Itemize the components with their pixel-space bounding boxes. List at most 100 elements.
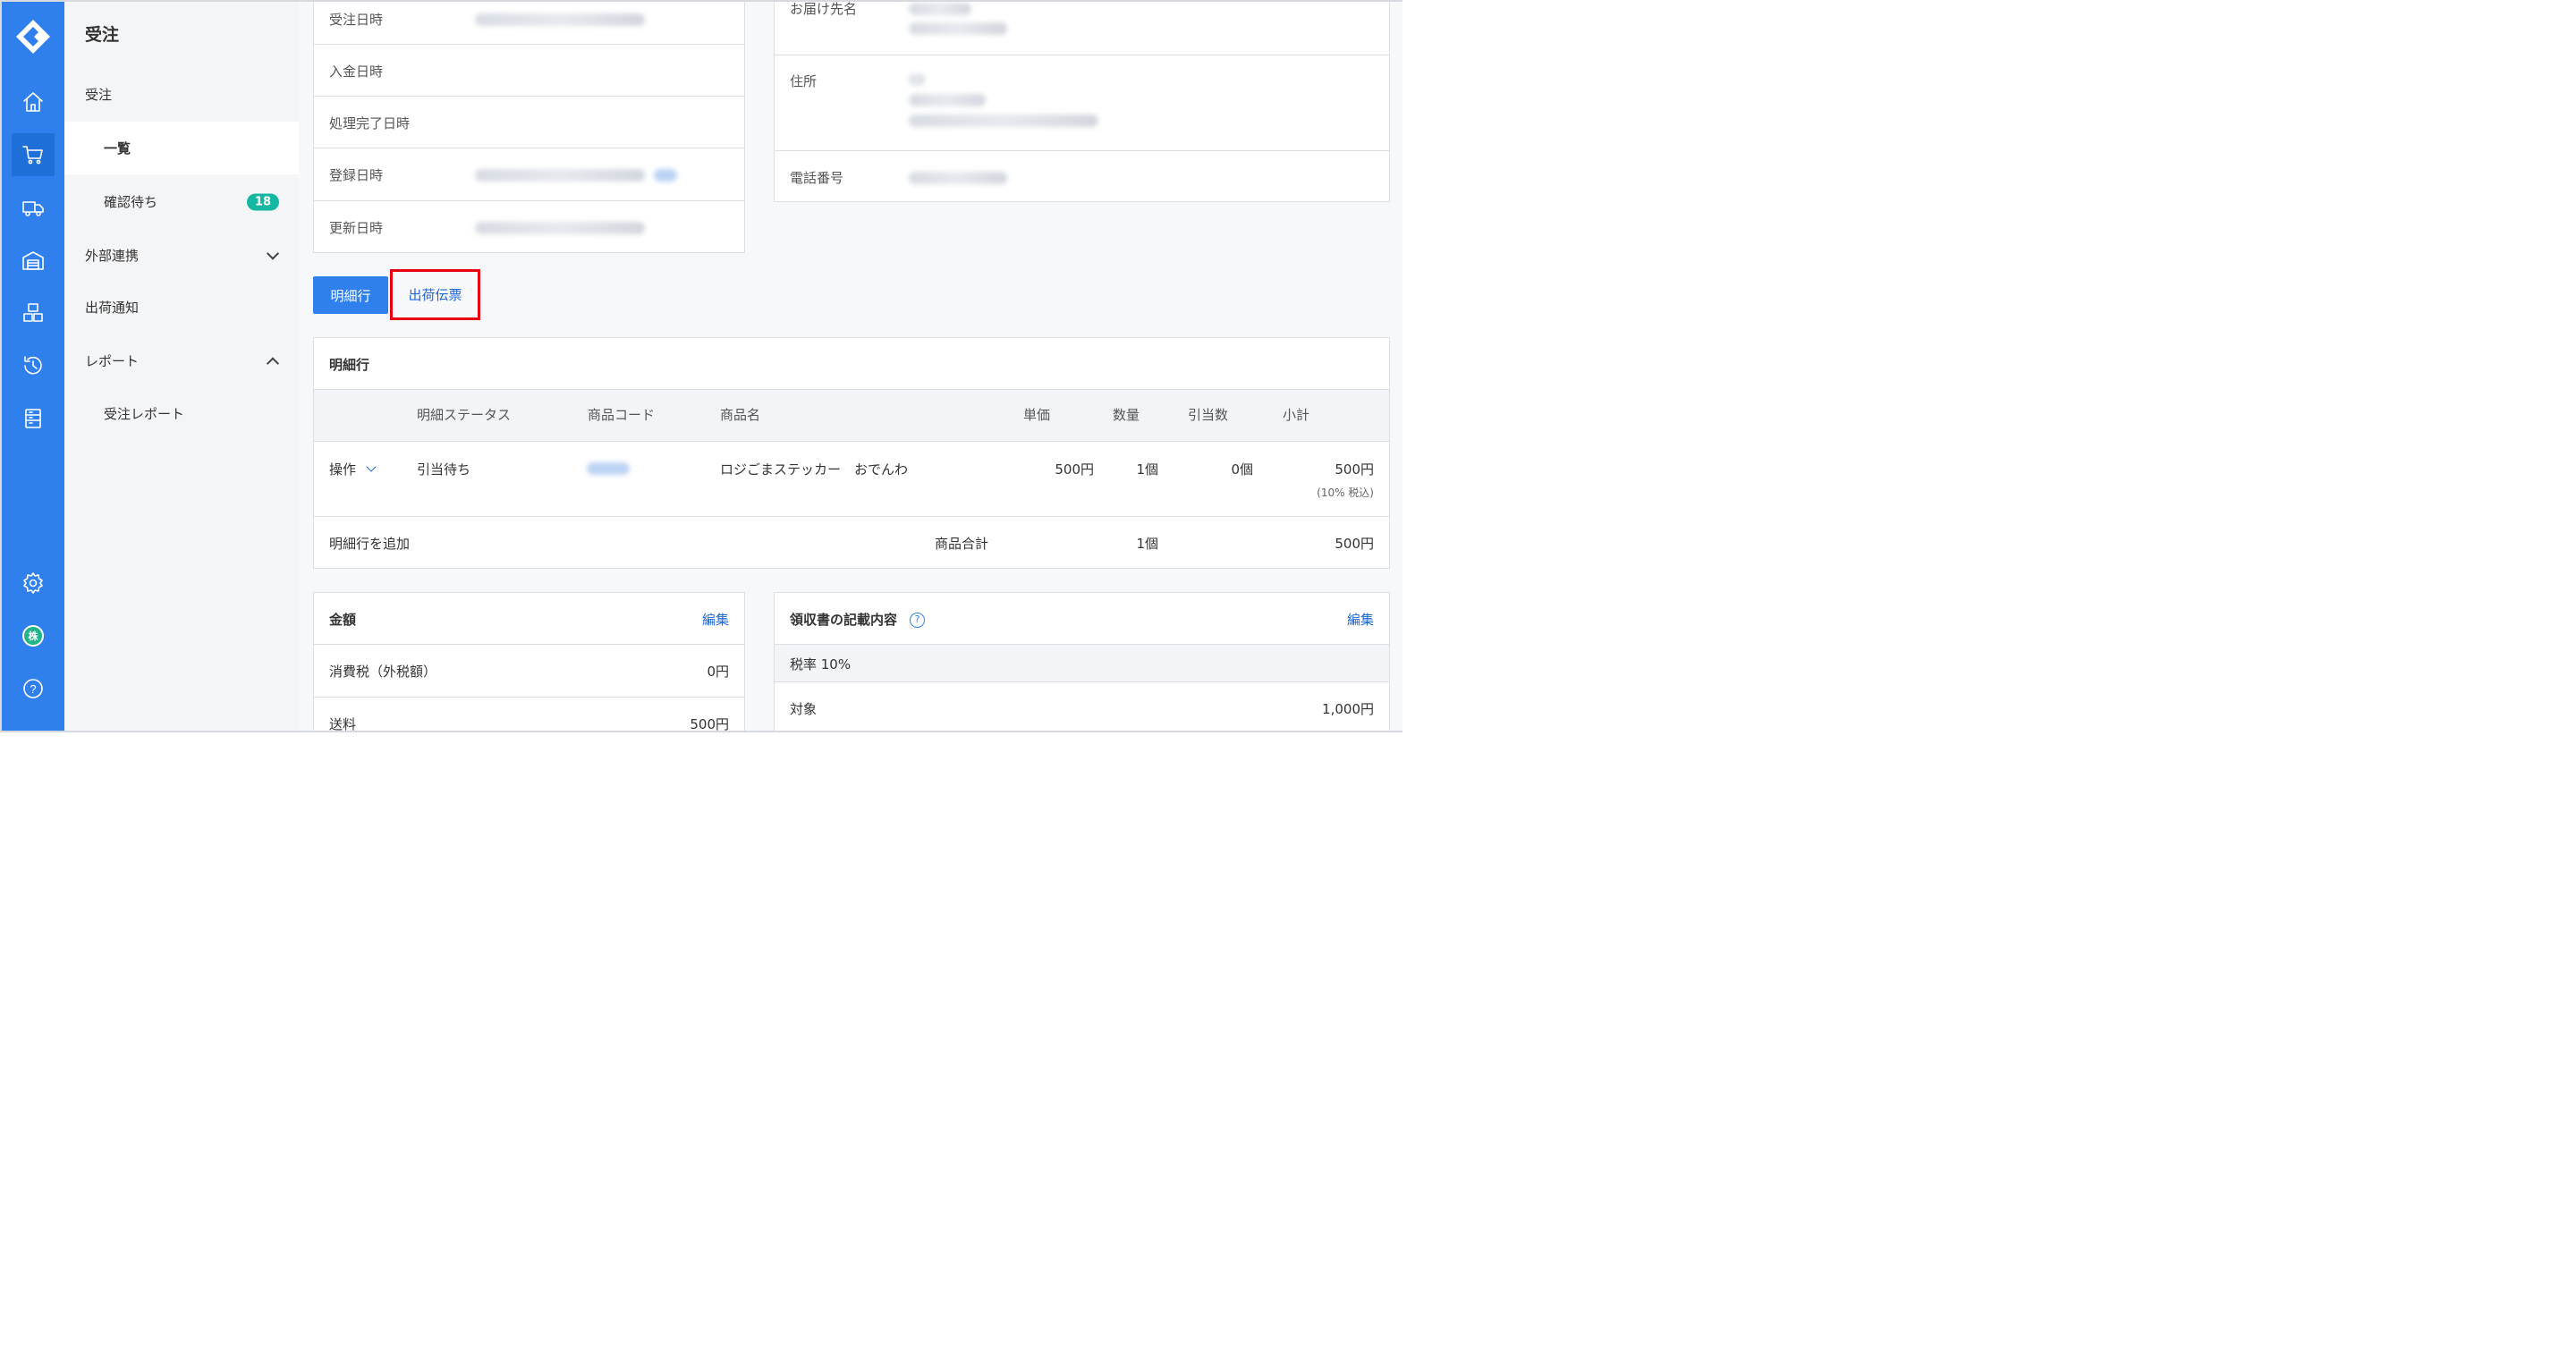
sidebar-item-label: 出荷通知 xyxy=(85,300,140,316)
app-frame: 株 ? 受注 受注 一覧 確認待ち 18 外部連携 出荷通知 レポート 受注レポ… xyxy=(0,0,1402,732)
receipt-value: 1,000円 xyxy=(1322,701,1374,717)
sidebar-title: 受注 xyxy=(85,25,120,45)
card-header: 領収書の記載内容? 編集 xyxy=(775,593,1389,645)
info-row: 更新日時 xyxy=(314,201,744,254)
info-row: 受注日時 xyxy=(314,2,744,45)
amount-row: 送料 500円 xyxy=(314,698,744,732)
table-footer-row: 明細行を追加 商品合計 1個 500円 xyxy=(314,517,1389,569)
column-header: 商品コード xyxy=(588,407,656,423)
subtotal: 500円 xyxy=(1335,461,1374,478)
allocated-quantity: 0個 xyxy=(1231,461,1253,478)
total-quantity: 1個 xyxy=(1136,536,1158,552)
edit-amount-link[interactable]: 編集 xyxy=(702,610,729,629)
logo-icon[interactable] xyxy=(14,18,52,55)
redacted-value xyxy=(909,73,925,86)
sidebar-item-pending[interactable]: 確認待ち 18 xyxy=(64,175,299,228)
info-label: 更新日時 xyxy=(329,220,384,236)
amount-card: 金額 編集 消費税（外税額） 0円 送料 500円 xyxy=(313,592,745,732)
card-title-text: 領収書の記載内容 xyxy=(790,612,898,628)
sidebar-item-label: 受注レポート xyxy=(104,406,185,422)
row-action-menu[interactable]: 操作 xyxy=(329,460,377,478)
column-header: 小計 xyxy=(1283,407,1310,423)
tax-rate-label: 税率 10% xyxy=(790,656,852,672)
column-header: 引当数 xyxy=(1188,407,1229,423)
redacted-value xyxy=(909,22,1007,35)
info-label: お届け先名 xyxy=(790,1,858,17)
column-header: 商品名 xyxy=(720,407,761,423)
svg-text:?: ? xyxy=(30,682,36,696)
sidebar-item-shipping-notice[interactable]: 出荷通知 xyxy=(64,281,299,334)
sidebar-item-label: 外部連携 xyxy=(85,248,140,264)
card-title: 領収書の記載内容? xyxy=(790,610,926,629)
column-header: 明細ステータス xyxy=(417,407,512,423)
total-amount: 500円 xyxy=(1335,536,1374,552)
help-icon[interactable]: ? xyxy=(910,613,926,628)
list-icon[interactable] xyxy=(12,397,55,440)
info-label: 電話番号 xyxy=(790,170,844,186)
column-header: 数量 xyxy=(1113,407,1140,423)
redacted-value xyxy=(475,222,645,234)
product-code-link[interactable] xyxy=(587,462,630,475)
pending-count-badge: 18 xyxy=(246,193,279,210)
home-icon[interactable] xyxy=(12,80,55,123)
sidebar-item-report[interactable]: レポート xyxy=(64,334,299,387)
delivery-info-card: お届け先名 住所 電話番号 xyxy=(774,1,1390,202)
total-label: 商品合計 xyxy=(935,536,989,552)
receipt-label: 対象 xyxy=(790,701,818,717)
icon-rail: 株 ? xyxy=(2,2,64,731)
boxes-icon[interactable] xyxy=(12,292,55,334)
status-text: 引当待ち xyxy=(417,461,471,478)
info-row: 登録日時 xyxy=(314,148,744,201)
add-line-item-link[interactable]: 明細行を追加 xyxy=(329,534,410,553)
card-title: 明細行 xyxy=(329,357,370,373)
main-content: 受注日時 入金日時 処理完了日時 登録日時 更新日時 お届け先名 住所 電話番号… xyxy=(299,1,1402,732)
info-label: 登録日時 xyxy=(329,167,384,183)
card-header: 金額 編集 xyxy=(314,593,744,645)
sidebar-item-label: 確認待ち xyxy=(104,194,158,210)
history-icon[interactable] xyxy=(12,344,55,387)
truck-icon[interactable] xyxy=(12,186,55,229)
redacted-tag xyxy=(654,169,677,182)
sidebar-item-label: レポート xyxy=(85,353,140,369)
company-icon[interactable]: 株 xyxy=(12,614,55,657)
quantity: 1個 xyxy=(1136,461,1158,478)
edit-receipt-link[interactable]: 編集 xyxy=(1347,610,1374,629)
card-header: 明細行 xyxy=(314,338,1389,390)
table-header-row: 明細ステータス 商品コード 商品名 単価 数量 引当数 小計 xyxy=(314,390,1389,442)
chevron-down-icon xyxy=(366,461,377,472)
amount-label: 消費税（外税額） xyxy=(329,664,437,680)
redacted-value xyxy=(909,3,971,15)
sidebar-item-orders[interactable]: 受注 xyxy=(64,68,299,121)
info-row: お届け先名 xyxy=(775,1,1389,55)
company-badge: 株 xyxy=(22,625,44,647)
receipt-row: 対象 1,000円 xyxy=(775,682,1389,731)
info-row: 処理完了日時 xyxy=(314,97,744,148)
tax-rate-row: 税率 10% xyxy=(775,645,1389,682)
chevron-up-icon xyxy=(266,356,280,370)
tab-shipping-slip[interactable]: 出荷伝票 xyxy=(390,269,480,320)
help-icon[interactable]: ? xyxy=(12,667,55,710)
column-header: 単価 xyxy=(1023,407,1051,423)
amount-value: 0円 xyxy=(707,664,729,680)
info-label: 入金日時 xyxy=(329,63,384,80)
warehouse-icon[interactable] xyxy=(12,239,55,282)
settings-icon[interactable] xyxy=(12,562,55,605)
card-title: 金額 xyxy=(329,612,357,628)
redacted-value xyxy=(909,114,1098,127)
cart-icon[interactable] xyxy=(12,133,55,176)
line-items-card: 明細行 明細ステータス 商品コード 商品名 単価 数量 引当数 小計 操作 引当… xyxy=(313,337,1390,569)
info-row: 入金日時 xyxy=(314,45,744,97)
chevron-down-icon xyxy=(266,246,280,260)
info-label: 処理完了日時 xyxy=(329,115,411,131)
redacted-value xyxy=(475,13,645,26)
tab-detail-lines[interactable]: 明細行 xyxy=(313,276,388,314)
sidebar-item-order-report[interactable]: 受注レポート xyxy=(64,387,299,440)
product-name: ロジごまステッカー おでんわ xyxy=(720,461,909,478)
tax-note: (10% 税込) xyxy=(1317,486,1374,499)
amount-value: 500円 xyxy=(690,716,729,732)
sidebar-item-label: 受注 xyxy=(85,87,113,103)
sidebar-item-list[interactable]: 一覧 xyxy=(64,122,299,174)
order-dates-card: 受注日時 入金日時 処理完了日時 登録日時 更新日時 xyxy=(313,2,745,254)
sidebar-item-integration[interactable]: 外部連携 xyxy=(64,229,299,282)
row-action-label: 操作 xyxy=(329,461,357,478)
